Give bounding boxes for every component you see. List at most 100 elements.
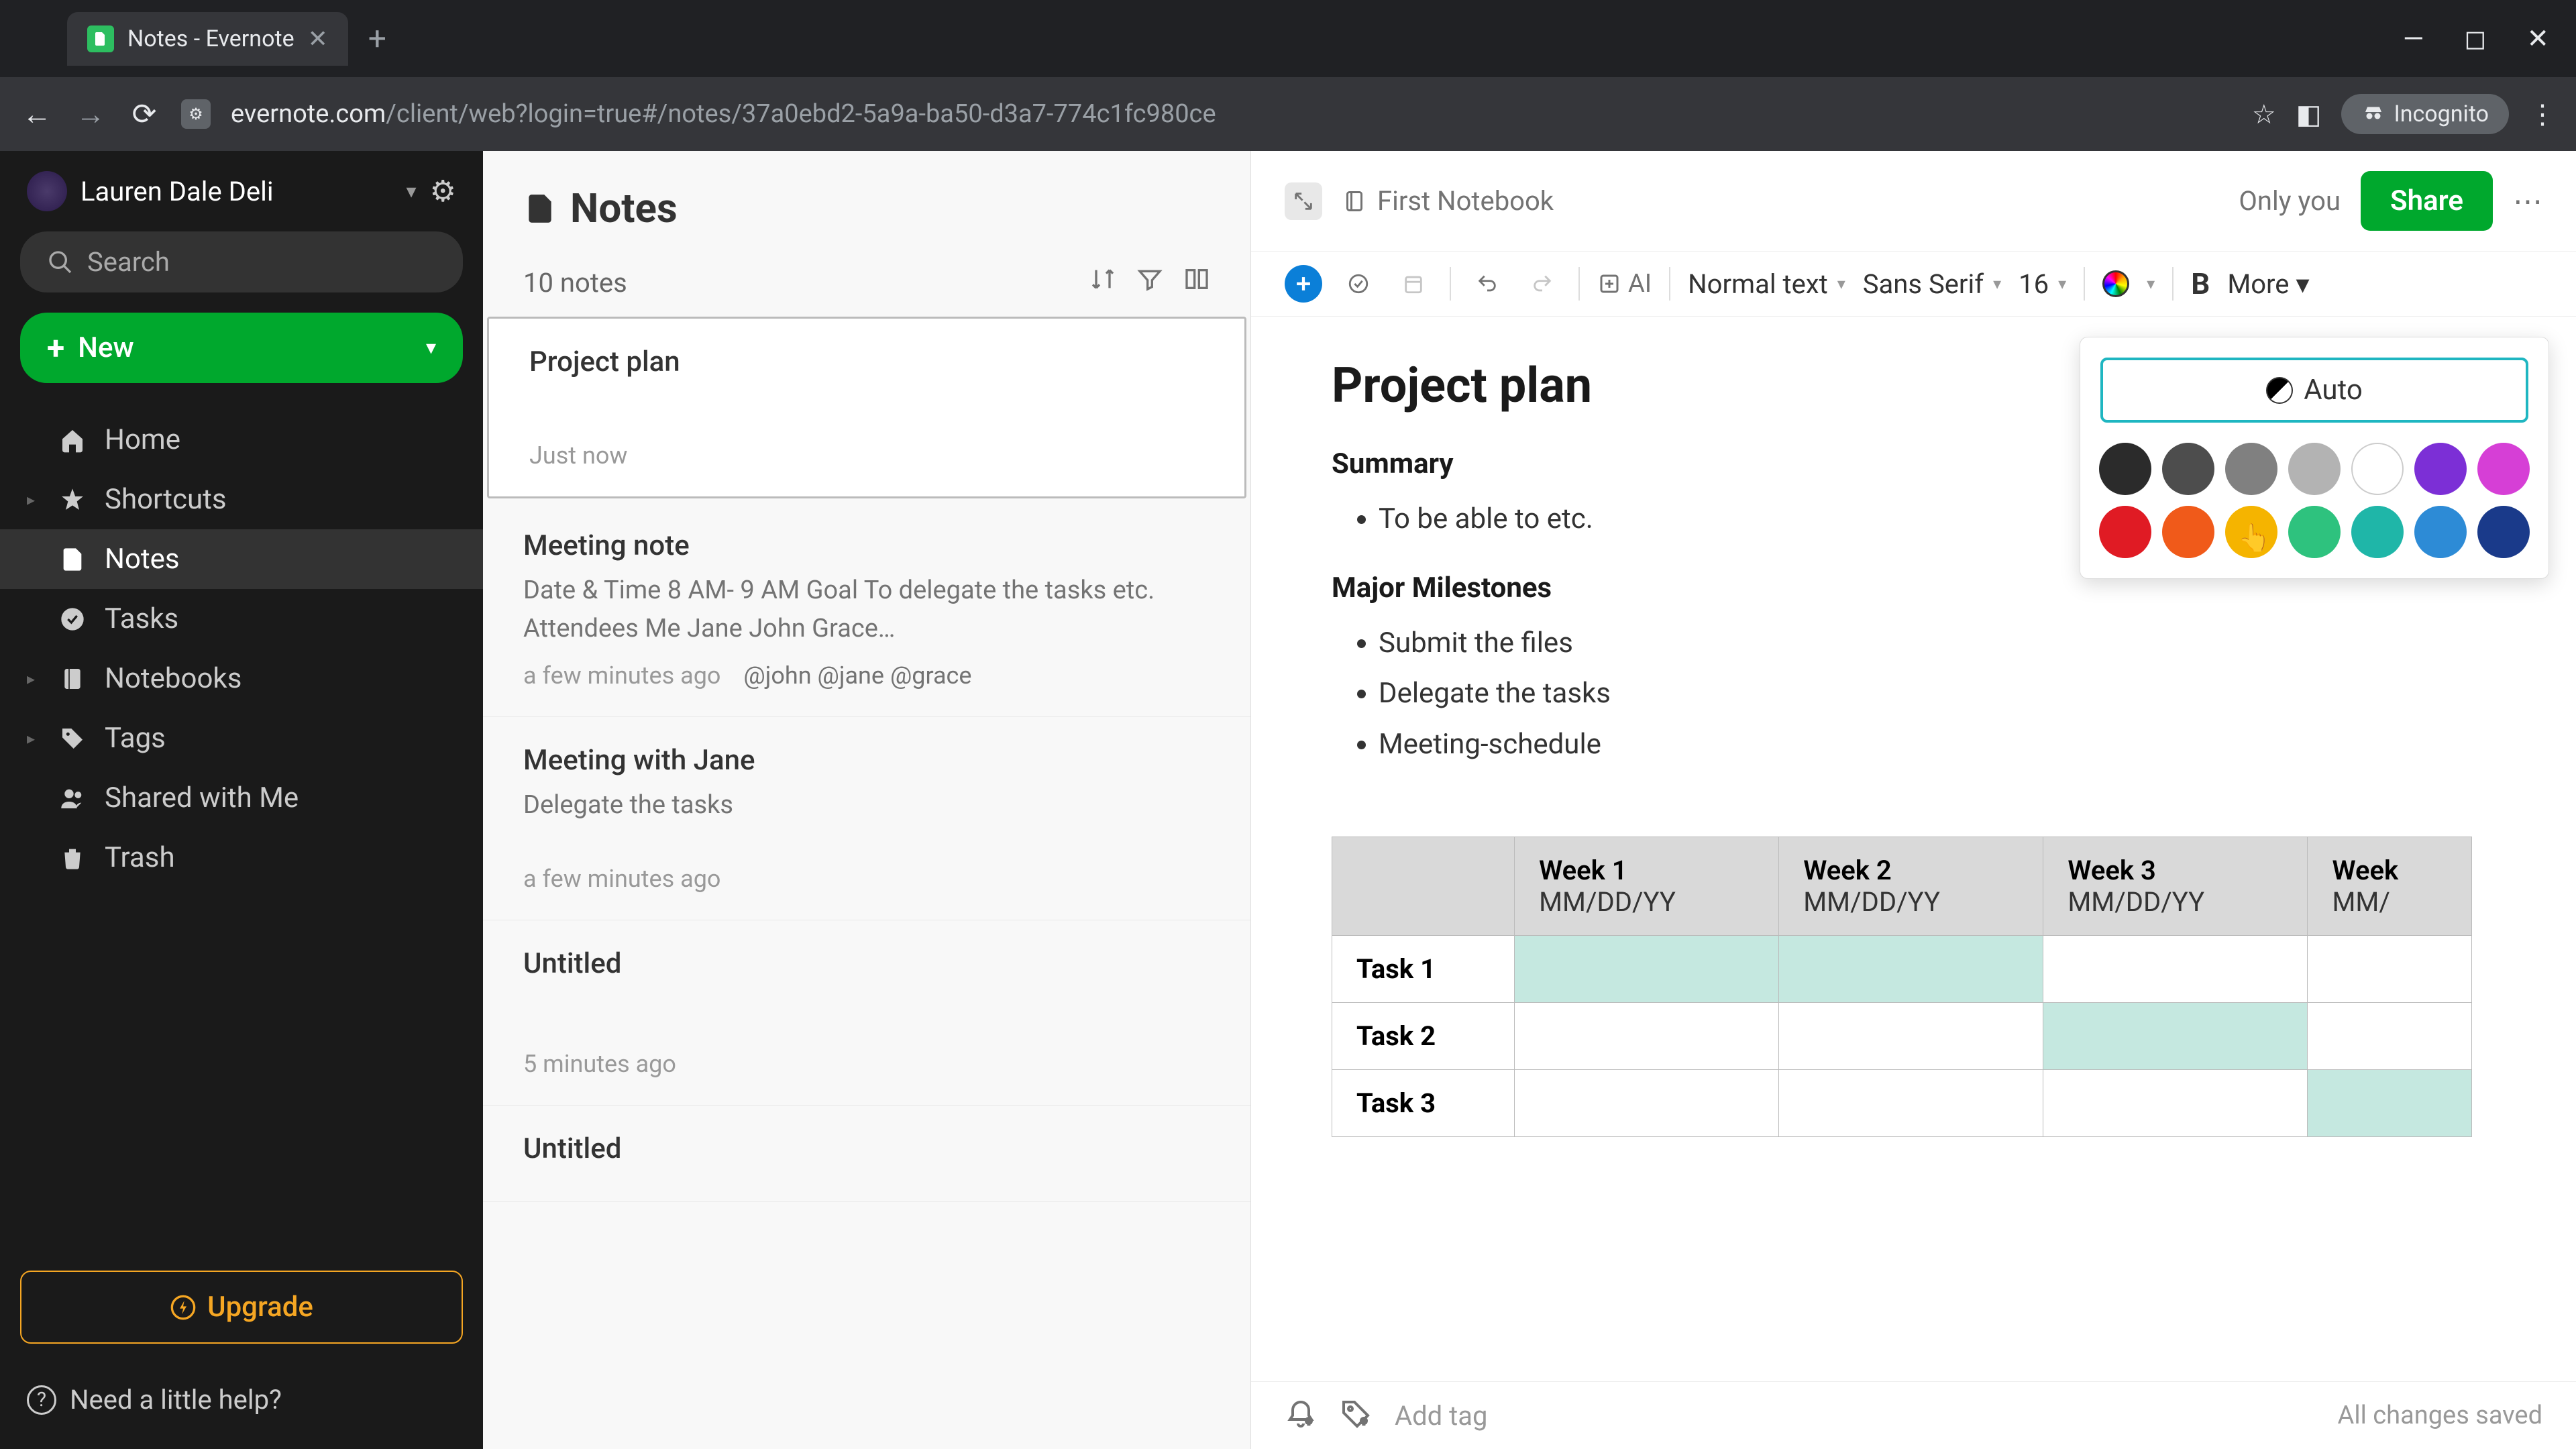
new-note-button[interactable]: + New ▾ <box>20 313 463 383</box>
new-tab-button[interactable]: + <box>368 19 386 58</box>
color-swatch[interactable] <box>2288 506 2341 558</box>
note-card[interactable]: Untitled 5 minutes ago <box>483 920 1250 1106</box>
bullet-item[interactable]: Submit the files <box>1379 618 2496 669</box>
sidebar-item-shared[interactable]: Shared with Me <box>0 768 483 828</box>
color-swatch[interactable] <box>2351 506 2404 558</box>
url-field[interactable]: evernote.com/client/web?login=true#/note… <box>231 99 2232 129</box>
color-swatch[interactable] <box>2477 506 2530 558</box>
font-family-dropdown[interactable]: Sans Serif ▾ <box>1863 268 2001 300</box>
filter-icon[interactable] <box>1136 266 1163 299</box>
bookmark-star-icon[interactable]: ☆ <box>2252 99 2276 130</box>
chevron-down-icon[interactable]: ▾ <box>2147 274 2155 293</box>
maximize-icon[interactable]: ◻ <box>2464 23 2486 54</box>
bullet-item[interactable]: Meeting-schedule <box>1379 719 2496 770</box>
avatar <box>27 171 67 211</box>
table-header-cell[interactable]: Week 3MM/DD/YY <box>2043 837 2308 936</box>
expand-button[interactable] <box>1285 182 1322 220</box>
account-switcher[interactable]: Lauren Dale Deli ▾ ⚙ <box>0 171 483 231</box>
notes-icon <box>523 192 557 225</box>
settings-gear-icon[interactable]: ⚙ <box>430 174 456 209</box>
color-swatch[interactable] <box>2414 443 2467 495</box>
color-swatch[interactable] <box>2477 443 2530 495</box>
visibility-label[interactable]: Only you <box>2239 185 2341 217</box>
calendar-button[interactable] <box>1395 265 1432 303</box>
sidebar-item-notebooks[interactable]: ▸ Notebooks <box>0 649 483 708</box>
note-card[interactable]: Meeting with Jane Delegate the tasks a f… <box>483 717 1250 920</box>
undo-button[interactable] <box>1468 265 1506 303</box>
sidebar-item-trash[interactable]: Trash <box>0 828 483 888</box>
color-auto-button[interactable]: Auto <box>2100 358 2528 423</box>
side-panel-icon[interactable]: ◧ <box>2296 99 2322 130</box>
table-header-cell[interactable]: WeekMM/ <box>2308 837 2472 936</box>
divider <box>1578 267 1580 301</box>
color-swatch[interactable] <box>2099 506 2151 558</box>
color-swatch[interactable]: 👆 <box>2225 506 2277 558</box>
forward-button[interactable]: → <box>74 97 107 131</box>
expand-triangle-icon[interactable]: ▸ <box>27 490 40 509</box>
window-controls: — ◻ ✕ <box>2403 23 2563 54</box>
reminder-icon[interactable]: + <box>1285 1398 1320 1433</box>
add-tag-icon[interactable]: + <box>1340 1398 1375 1433</box>
browser-menu-icon[interactable]: ⋮ <box>2529 99 2556 130</box>
browser-tab[interactable]: Notes - Evernote ✕ <box>67 12 348 66</box>
incognito-badge[interactable]: Incognito <box>2341 94 2509 134</box>
color-swatch[interactable] <box>2162 506 2214 558</box>
table-header-cell[interactable] <box>1332 837 1515 936</box>
tab-title: Notes - Evernote <box>127 25 294 52</box>
expand-triangle-icon[interactable]: ▸ <box>27 669 40 688</box>
help-link[interactable]: ? Need a little help? <box>20 1371 463 1429</box>
sort-icon[interactable] <box>1089 266 1116 299</box>
table-row[interactable]: Task 3 <box>1332 1070 2472 1137</box>
toolbar-more-dropdown[interactable]: More ▾ <box>2227 268 2309 300</box>
font-size-dropdown[interactable]: 16 ▾ <box>2019 268 2066 300</box>
tab-close-icon[interactable]: ✕ <box>308 25 328 53</box>
share-button[interactable]: Share <box>2361 171 2493 231</box>
reload-button[interactable]: ⟳ <box>127 97 161 131</box>
site-info-icon[interactable]: ⚙ <box>181 99 211 129</box>
save-status: All changes saved <box>2338 1401 2542 1430</box>
editor-body[interactable]: Project plan Summary To be able to etc. … <box>1251 317 2576 1381</box>
notebook-selector[interactable]: First Notebook <box>1342 185 1554 217</box>
text-color-button[interactable] <box>2102 270 2129 297</box>
table-header-cell[interactable]: Week 2MM/DD/YY <box>1779 837 2043 936</box>
svg-text:+: + <box>1307 1419 1311 1427</box>
sidebar-item-tasks[interactable]: Tasks <box>0 589 483 649</box>
redo-button[interactable] <box>1523 265 1561 303</box>
notebook-icon <box>58 665 87 692</box>
svg-text:+: + <box>1362 1419 1366 1427</box>
add-tag-input[interactable]: Add tag <box>1395 1400 2318 1432</box>
view-toggle-icon[interactable] <box>1183 266 1210 299</box>
color-swatch[interactable] <box>2288 443 2341 495</box>
sidebar-item-notes[interactable]: Notes <box>0 529 483 589</box>
sidebar-item-shortcuts[interactable]: ▸ Shortcuts <box>0 470 483 529</box>
table-row[interactable]: Task 1 <box>1332 936 2472 1003</box>
sidebar-item-tags[interactable]: ▸ Tags <box>0 708 483 768</box>
ai-button[interactable]: AI <box>1597 269 1652 299</box>
insert-button[interactable] <box>1285 265 1322 303</box>
color-swatch[interactable] <box>2414 506 2467 558</box>
star-icon <box>58 486 87 513</box>
color-swatch[interactable] <box>2225 443 2277 495</box>
color-swatch[interactable] <box>2162 443 2214 495</box>
bold-button[interactable]: B <box>2191 266 2210 301</box>
back-button[interactable]: ← <box>20 97 54 131</box>
bullet-item[interactable]: Delegate the tasks <box>1379 668 2496 719</box>
divider <box>1669 267 1670 301</box>
task-button[interactable] <box>1340 265 1377 303</box>
search-input[interactable]: Search <box>20 231 463 292</box>
sidebar-item-home[interactable]: Home <box>0 410 483 470</box>
color-swatch[interactable] <box>2351 443 2404 495</box>
color-swatch[interactable] <box>2099 443 2151 495</box>
note-card[interactable]: Meeting note Date & Time 8 AM- 9 AM Goal… <box>483 502 1250 717</box>
expand-triangle-icon[interactable]: ▸ <box>27 729 40 748</box>
project-table[interactable]: Week 1MM/DD/YY Week 2MM/DD/YY Week 3MM/D… <box>1332 837 2472 1137</box>
minimize-icon[interactable]: — <box>2403 23 2424 54</box>
table-header-cell[interactable]: Week 1MM/DD/YY <box>1515 837 1779 936</box>
note-card[interactable]: Project plan Just now <box>487 317 1246 498</box>
note-card[interactable]: Untitled <box>483 1106 1250 1202</box>
text-style-dropdown[interactable]: Normal text ▾ <box>1688 268 1845 300</box>
upgrade-button[interactable]: Upgrade <box>20 1271 463 1344</box>
close-window-icon[interactable]: ✕ <box>2526 23 2549 54</box>
table-row[interactable]: Task 2 <box>1332 1003 2472 1070</box>
more-actions-icon[interactable]: ⋯ <box>2513 184 2542 219</box>
